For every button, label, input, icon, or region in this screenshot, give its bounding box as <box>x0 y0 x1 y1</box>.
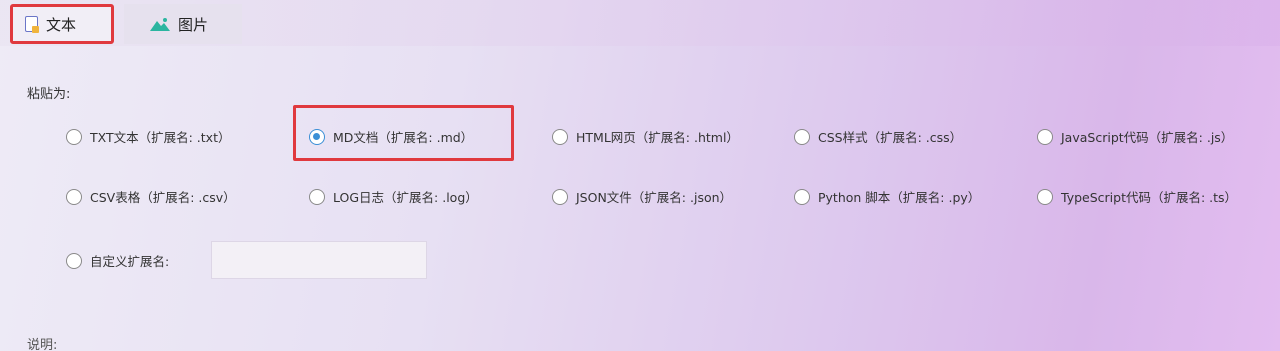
option-css-label: CSS样式（扩展名: .css） <box>818 130 963 145</box>
option-txt-label: TXT文本（扩展名: .txt） <box>90 130 231 145</box>
highlight-box <box>293 105 514 161</box>
description-label: 说明: <box>27 338 58 351</box>
radio-csv[interactable] <box>66 188 82 205</box>
option-csv-label: CSV表格（扩展名: .csv） <box>90 190 236 205</box>
radio-json[interactable] <box>552 188 568 205</box>
radio-custom[interactable] <box>66 252 82 269</box>
option-js[interactable]: JavaScript代码（扩展名: .js） <box>1037 127 1233 146</box>
option-ts-label: TypeScript代码（扩展名: .ts） <box>1061 190 1238 205</box>
option-html[interactable]: HTML网页（扩展名: .html） <box>552 127 739 146</box>
option-custom[interactable]: 自定义扩展名: <box>66 251 169 270</box>
text-document-icon <box>25 16 39 33</box>
radio-html[interactable] <box>552 128 568 145</box>
image-icon <box>150 18 170 31</box>
radio-py[interactable] <box>794 188 810 205</box>
option-log-label: LOG日志（扩展名: .log） <box>333 190 478 205</box>
radio-log[interactable] <box>309 188 325 205</box>
radio-ts[interactable] <box>1037 188 1053 205</box>
option-py-label: Python 脚本（扩展名: .py） <box>818 190 981 205</box>
option-json[interactable]: JSON文件（扩展名: .json） <box>552 187 732 206</box>
radio-txt[interactable] <box>66 128 82 145</box>
option-log[interactable]: LOG日志（扩展名: .log） <box>309 187 478 206</box>
option-ts[interactable]: TypeScript代码（扩展名: .ts） <box>1037 187 1237 206</box>
tab-text[interactable]: 文本 <box>10 4 114 44</box>
option-json-label: JSON文件（扩展名: .json） <box>576 190 733 205</box>
tab-bar: 文本 图片 <box>0 0 1280 46</box>
custom-ext-input[interactable] <box>211 241 427 279</box>
radio-js[interactable] <box>1037 128 1053 145</box>
tab-text-label: 文本 <box>46 15 77 34</box>
option-csv[interactable]: CSV表格（扩展名: .csv） <box>66 187 236 206</box>
tab-image-label: 图片 <box>178 15 209 34</box>
option-css[interactable]: CSS样式（扩展名: .css） <box>794 127 962 146</box>
option-html-label: HTML网页（扩展名: .html） <box>576 130 739 145</box>
custom-ext-label: 自定义扩展名: <box>90 254 170 269</box>
radio-css[interactable] <box>794 128 810 145</box>
option-py[interactable]: Python 脚本（扩展名: .py） <box>794 187 980 206</box>
paste-as-label: 粘贴为: <box>27 87 71 102</box>
tab-image[interactable]: 图片 <box>124 4 242 44</box>
option-txt[interactable]: TXT文本（扩展名: .txt） <box>66 127 230 146</box>
option-js-label: JavaScript代码（扩展名: .js） <box>1061 130 1234 145</box>
